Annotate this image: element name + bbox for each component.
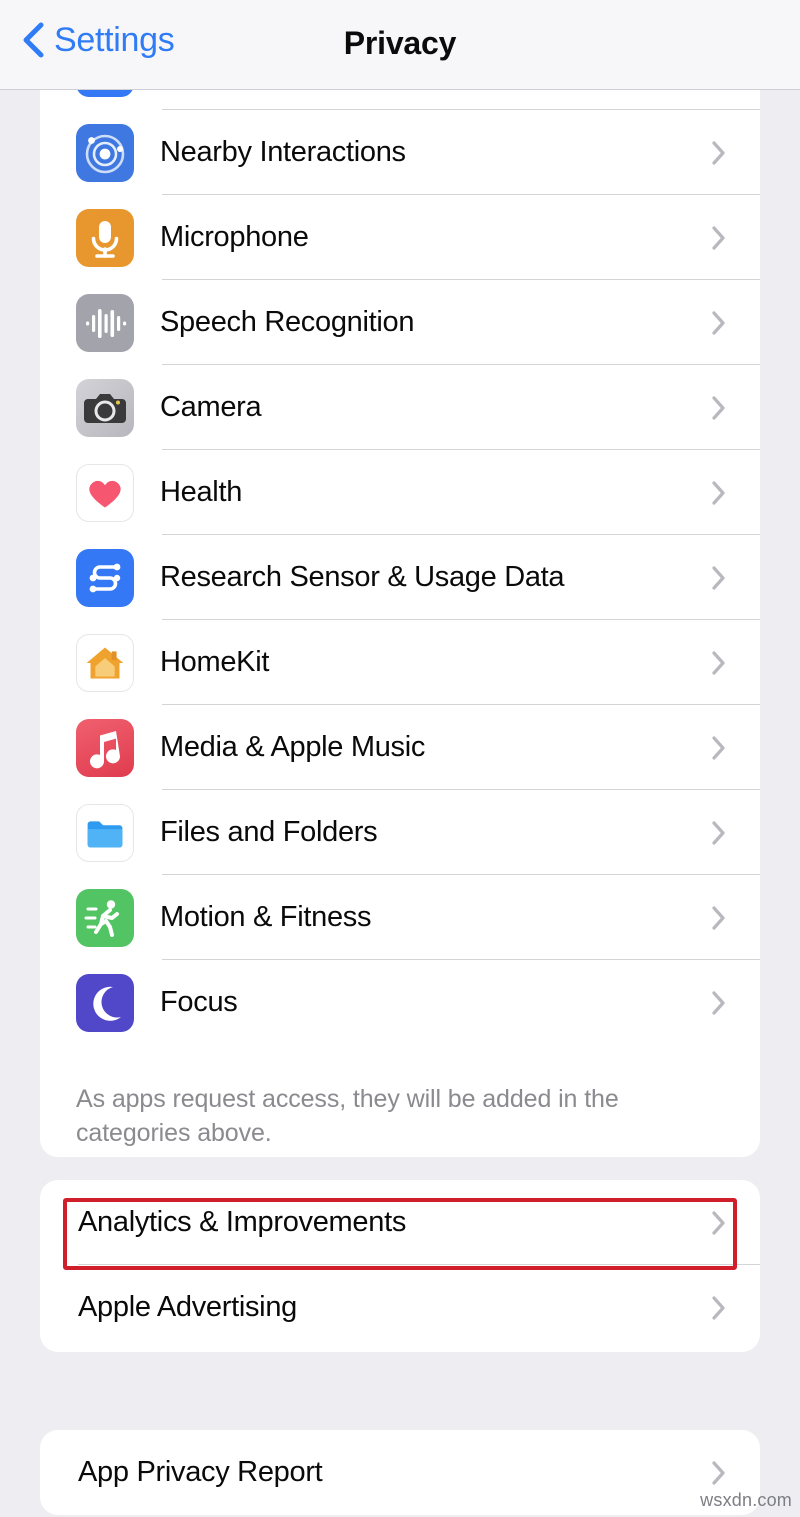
radar-glyph — [85, 134, 125, 173]
page-title: Privacy — [343, 25, 457, 61]
settings-scroll-content[interactable]: Local Network Nearby Interactions — [0, 25, 800, 1517]
microphone-icon — [76, 208, 134, 267]
speech-recognition-icon — [76, 293, 134, 352]
homekit-icon — [76, 633, 134, 692]
chevron-right-icon — [712, 650, 725, 675]
settings-row-label: Analytics & Improvements — [78, 1206, 407, 1238]
settings-row-microphone[interactable]: Microphone — [40, 195, 760, 280]
settings-row-apple-advertising[interactable]: Apple Advertising — [40, 1265, 760, 1350]
chevron-right-icon — [712, 140, 725, 165]
settings-row-label: Apple Advertising — [78, 1291, 297, 1323]
folder-glyph — [87, 820, 123, 847]
settings-row-app-privacy-report[interactable]: App Privacy Report — [40, 1430, 760, 1515]
settings-row-label: Media & Apple Music — [160, 731, 426, 763]
settings-row-research-sensor[interactable]: Research Sensor & Usage Data — [40, 535, 760, 620]
settings-row-label: Speech Recognition — [160, 306, 415, 338]
settings-row-label: Health — [160, 476, 243, 508]
settings-row-homekit[interactable]: HomeKit — [40, 620, 760, 705]
chevron-right-icon — [712, 990, 725, 1015]
chevron-right-icon — [712, 1210, 725, 1235]
settings-row-label: Research Sensor & Usage Data — [160, 561, 565, 593]
settings-row-analytics-improvements[interactable]: Analytics & Improvements — [40, 1180, 760, 1265]
settings-row-label: HomeKit — [160, 646, 270, 678]
runner-glyph — [84, 899, 119, 937]
navigation-bar: Settings Privacy — [0, 0, 800, 90]
settings-row-label: Motion & Fitness — [160, 901, 372, 933]
settings-row-speech-recognition[interactable]: Speech Recognition — [40, 280, 760, 365]
chevron-right-icon — [712, 225, 725, 250]
chevron-right-icon — [712, 1295, 725, 1320]
permissions-footer-note: As apps request access, they will be add… — [76, 1085, 619, 1147]
site-watermark: wsxdn.com — [700, 1490, 792, 1510]
motion-fitness-icon — [76, 888, 134, 947]
settings-row-motion-fitness[interactable]: Motion & Fitness — [40, 875, 760, 960]
research-sensor-icon — [76, 548, 134, 607]
chevron-right-icon — [712, 395, 725, 420]
settings-row-focus[interactable]: Focus — [40, 960, 760, 1045]
health-heart-icon — [76, 463, 134, 522]
settings-row-health[interactable]: Health — [40, 450, 760, 535]
settings-row-nearby-interactions[interactable]: Nearby Interactions — [40, 110, 760, 195]
chevron-right-icon — [712, 735, 725, 760]
waveform-glyph — [86, 308, 127, 338]
media-apple-music-icon — [76, 718, 134, 777]
focus-moon-icon — [76, 973, 134, 1032]
settings-row-files-and-folders[interactable]: Files and Folders — [40, 790, 760, 875]
settings-row-label: Focus — [160, 986, 238, 1018]
chevron-right-icon — [712, 905, 725, 930]
moon-glyph — [93, 986, 121, 1021]
settings-row-label: Camera — [160, 391, 262, 423]
heart-glyph — [89, 480, 121, 507]
settings-row-label: Microphone — [160, 221, 309, 253]
music-note-glyph — [90, 730, 121, 768]
chevron-right-icon — [712, 820, 725, 845]
settings-row-media-apple-music[interactable]: Media & Apple Music — [40, 705, 760, 790]
chevron-right-icon — [712, 310, 725, 335]
settings-row-label: Nearby Interactions — [160, 136, 406, 168]
settings-row-label: Files and Folders — [160, 816, 378, 848]
settings-row-label: App Privacy Report — [78, 1456, 323, 1488]
camera-glyph — [84, 393, 126, 423]
house-glyph — [86, 647, 124, 678]
sensor-network-glyph — [89, 563, 121, 592]
chevron-right-icon — [712, 1460, 725, 1485]
microphone-glyph — [91, 220, 119, 258]
chevron-right-icon — [712, 480, 725, 505]
analytics-card: Analytics & Improvements Apple Advertisi… — [40, 1180, 760, 1352]
files-and-folders-icon — [76, 803, 134, 862]
settings-row-camera[interactable]: Camera — [40, 365, 760, 450]
permissions-card: Local Network Nearby Interactions — [40, 25, 760, 1157]
camera-icon — [76, 378, 134, 437]
chevron-right-icon — [712, 565, 725, 590]
app-privacy-report-card: App Privacy Report — [40, 1430, 760, 1515]
nearby-interactions-icon — [76, 123, 134, 182]
